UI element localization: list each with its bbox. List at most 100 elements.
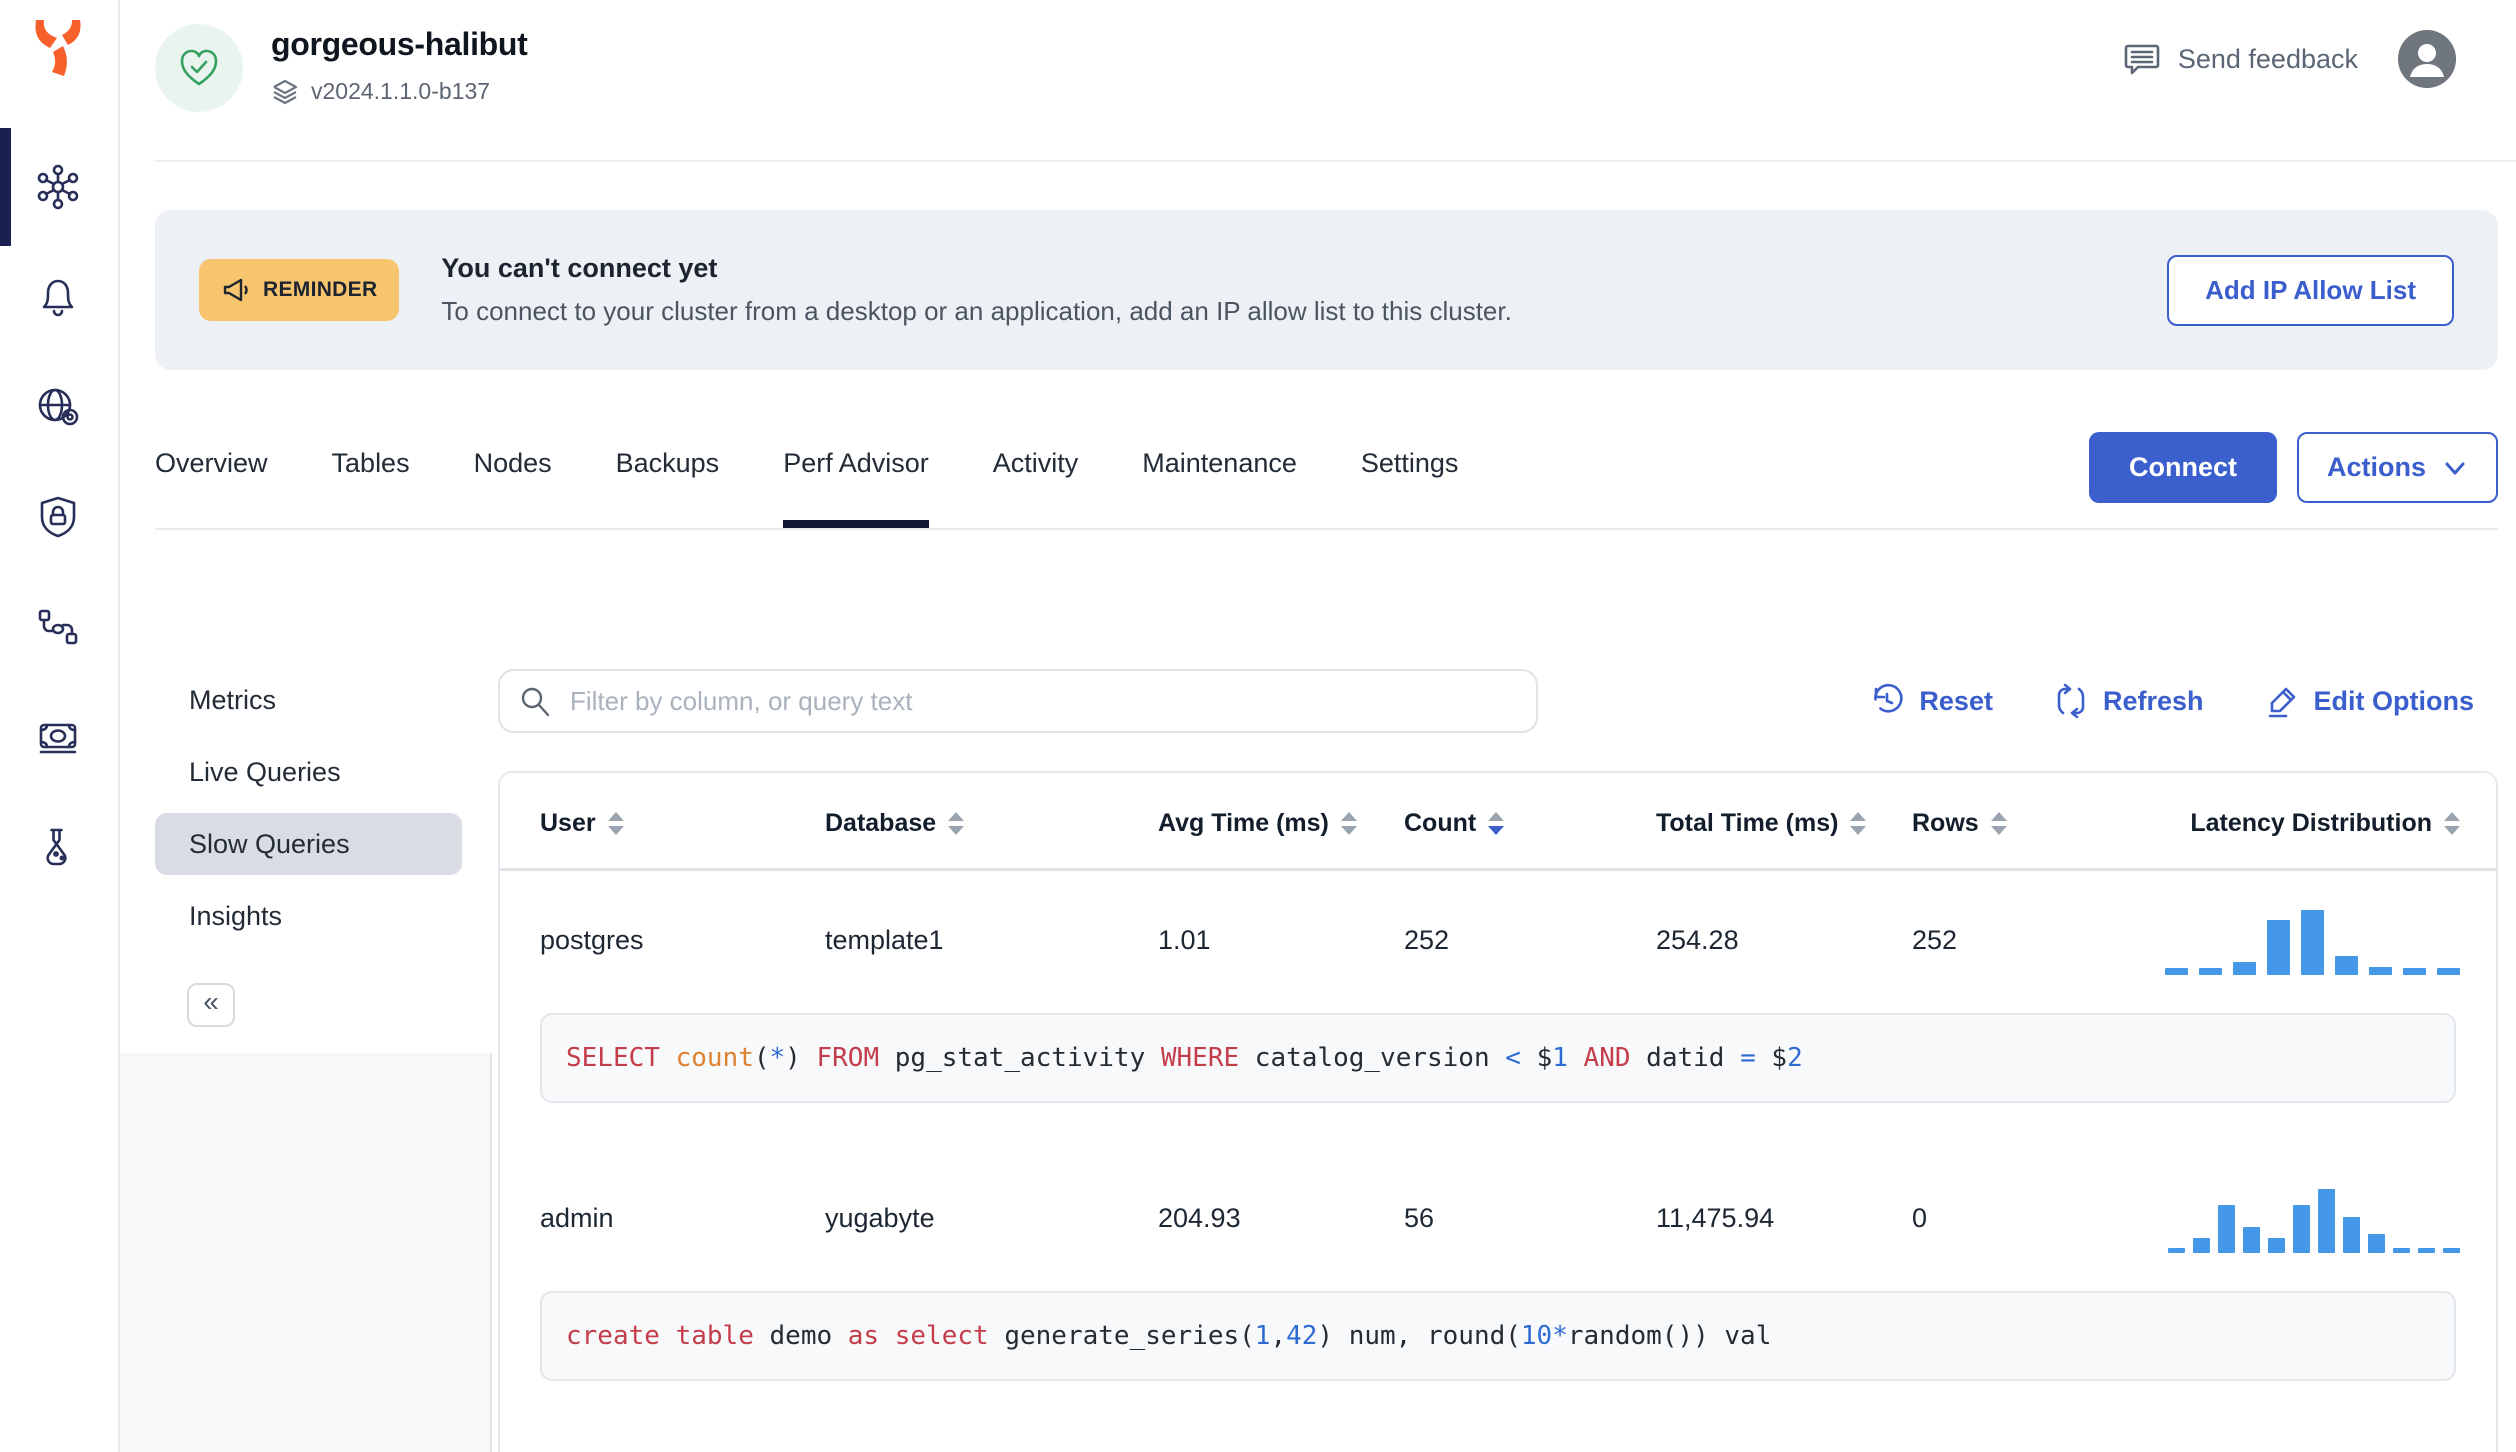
tabs-actions: Connect Actions [2088,432,2498,503]
sort-icon-active-desc[interactable] [1488,812,1505,835]
col-label: Rows [1912,809,1979,837]
perf-advisor-subnav: Metrics Live Queries Slow Queries Insigh… [120,627,492,1452]
add-ip-allow-list-button[interactable]: Add IP Allow List [2167,254,2454,326]
actions-label: Actions [2326,452,2426,482]
cell-total-time: 11,475.94 [1656,1202,1775,1233]
cluster-tabs: Overview Tables Nodes Backups Perf Advis… [155,432,2498,530]
query-sql[interactable]: SELECT count(*) FROM pg_stat_activity WH… [540,1013,2456,1103]
col-header-latency[interactable]: Latency Distribution [2160,809,2496,838]
slow-queries-panel: Reset Refresh [492,627,2516,1452]
avatar-person-icon [2398,30,2456,88]
toolbar-actions: Reset Refresh Edit Options [1869,683,2498,719]
col-header-database[interactable]: Database [825,809,1158,838]
reminder-badge-label: REMINDER [263,278,378,301]
table-row[interactable]: admin yugabyte 65.83 56 3,686.54 0 [500,1427,2496,1452]
sort-icon[interactable] [948,812,965,835]
subnav-item-metrics[interactable]: Metrics [155,669,462,731]
col-header-rows[interactable]: Rows [1912,809,2160,838]
sort-icon[interactable] [607,812,624,835]
refresh-icon [2057,683,2085,719]
icon-rail [0,0,120,1452]
tab-maintenance[interactable]: Maintenance [1142,432,1297,528]
col-label: Count [1404,809,1477,837]
table-header-row: User Database Avg Time (ms) Count Total … [500,773,2496,871]
tab-activity[interactable]: Activity [993,432,1079,528]
actions-dropdown-button[interactable]: Actions [2296,432,2498,503]
cell-rows: 0 [1912,1202,1928,1233]
tab-tables[interactable]: Tables [332,432,410,528]
nav-integrations[interactable] [0,572,116,682]
send-feedback-button[interactable]: Send feedback [2122,39,2358,79]
globe-gear-icon [38,388,79,426]
col-header-avg-time[interactable]: Avg Time (ms) [1158,809,1404,838]
latency-histogram [2168,1183,2460,1253]
cell-avg-time: 204.93 [1158,1202,1241,1233]
col-header-total-time[interactable]: Total Time (ms) [1656,809,1912,838]
cell-latency-histogram [2160,1183,2496,1253]
reminder-banner: REMINDER You can't connect yet To connec… [155,210,2498,370]
send-feedback-label: Send feedback [2177,43,2358,74]
sort-icon[interactable] [1850,812,1867,835]
cell-avg-time: 1.01 [1158,924,1211,955]
edit-options-label: Edit Options [2313,685,2474,716]
flask-icon [46,828,67,866]
subnav-item-live-queries[interactable]: Live Queries [155,741,462,803]
tab-overview[interactable]: Overview [155,432,268,528]
collapse-sidebar-button[interactable]: « [187,983,235,1027]
cell-rows: 252 [1912,924,1958,955]
subnav-footer-panel [120,1053,492,1452]
nav-labs[interactable] [0,792,116,902]
edit-options-button[interactable]: Edit Options [2264,683,2474,719]
tab-perf-advisor[interactable]: Perf Advisor [783,432,929,528]
cell-user: postgres [540,924,644,955]
subnav-item-slow-queries[interactable]: Slow Queries [155,813,462,875]
tab-backups[interactable]: Backups [616,432,720,528]
cluster-header: gorgeous-halibut v2024.1.1.0-b137 Send f… [155,0,2516,162]
reset-label: Reset [1919,685,1993,716]
cluster-name: gorgeous-halibut [271,26,528,62]
reset-button[interactable]: Reset [1869,683,1993,719]
col-label: User [540,809,596,837]
tab-settings[interactable]: Settings [1361,432,1459,528]
sort-icon[interactable] [2444,812,2460,835]
nav-clusters[interactable] [0,128,116,246]
sort-icon[interactable] [1990,812,2007,835]
pencil-icon [2268,687,2295,718]
nav-billing[interactable] [0,682,116,792]
cell-total-time: 254.28 [1656,924,1739,955]
cluster-version-row: v2024.1.1.0-b137 [271,77,528,105]
filter-search [498,669,1538,733]
cell-database: template1 [825,924,944,955]
money-icon [39,723,77,754]
refresh-button[interactable]: Refresh [2053,683,2204,719]
cluster-version: v2024.1.1.0-b137 [311,77,491,104]
sort-icon[interactable] [1340,812,1357,835]
nav-security[interactable] [0,462,116,572]
nav-alerts[interactable] [0,242,116,352]
banner-description: To connect to your cluster from a deskto… [441,296,1512,326]
user-avatar[interactable] [2398,30,2456,88]
col-label: Avg Time (ms) [1158,809,1329,837]
feedback-chat-icon [2124,44,2160,75]
tab-nodes[interactable]: Nodes [474,432,552,528]
query-sql[interactable]: create table demo as select generate_ser… [540,1291,2456,1381]
table-row[interactable]: postgres template1 1.01 252 254.28 252 [500,871,2496,1009]
yugabyte-logo-icon[interactable] [26,16,90,80]
heart-check-icon [180,49,218,86]
subnav-item-insights[interactable]: Insights [155,885,462,947]
table-row[interactable]: admin yugabyte 204.93 56 11,475.94 0 [500,1149,2496,1287]
connect-button[interactable]: Connect [2088,432,2277,503]
col-label: Total Time (ms) [1656,809,1839,837]
primary-nav [0,128,116,902]
col-header-user[interactable]: User [540,809,825,838]
banner-text: You can't connect yet To connect to your… [441,253,1511,327]
cell-user: admin [540,1202,614,1233]
cell-count: 252 [1404,924,1450,955]
slow-queries-toolbar: Reset Refresh [498,669,2498,733]
latency-histogram [2165,905,2460,975]
nav-network[interactable] [0,352,116,462]
bell-icon [42,279,74,317]
col-header-count[interactable]: Count [1404,809,1656,838]
filter-input[interactable] [498,669,1538,733]
integrations-icon [38,609,78,645]
